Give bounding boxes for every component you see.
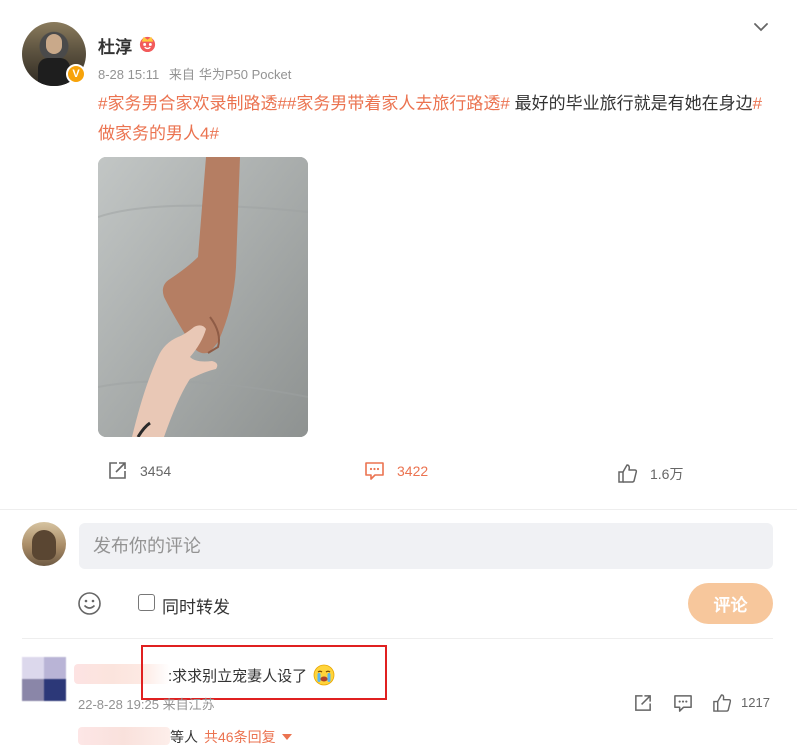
reply-summary: 等人 共46条回复 [170,727,292,747]
repost-checkbox-label[interactable]: 同时转发 [162,593,230,618]
comment-icon [365,462,384,480]
post-source-prefix: 来自 [168,67,195,82]
reply-count-link[interactable]: 共46条回复 [204,729,276,745]
repost-checkbox[interactable] [138,594,155,611]
emoji-icon[interactable] [77,591,102,616]
comment-reply-icon[interactable] [673,693,693,713]
like-count: 1.6万 [650,465,684,482]
comment-time: 22-8-28 19:25 来自江苏 [78,697,215,712]
highlight-box [141,645,387,700]
comment-count: 3422 [397,462,429,479]
post-source-device: 华为P50 Pocket [198,67,292,82]
like-button[interactable]: 1.6万 [617,463,683,484]
chevron-down-icon[interactable] [752,18,770,36]
post-meta: 8-28 15:11 来自 华为P50 Pocket [98,64,297,83]
repost-count: 3454 [140,462,172,479]
divider [0,509,797,510]
post-image[interactable] [98,157,308,437]
post-text: #家务男合家欢录制路透##家务男带着家人去旅行路透# 最好的毕业旅行就是有她在身… [98,89,778,149]
caret-down-icon[interactable] [281,734,292,740]
current-user-avatar[interactable] [22,522,66,566]
crown-icon[interactable] [138,34,157,53]
repost-icon [109,462,126,479]
post-body-text: 最好的毕业旅行就是有她在身边 [509,94,753,113]
submit-comment-button[interactable]: 评论 [688,583,773,624]
replier-name-redacted[interactable] [78,727,170,745]
divider [22,638,773,639]
comment-input[interactable] [79,523,773,569]
avatar-dog [32,530,56,560]
comment-repost-icon[interactable] [633,693,653,713]
like-icon [618,464,638,483]
author-name[interactable]: 杜淳 [98,33,132,58]
hands-photo [98,157,308,437]
comment-like-count: 1217 [741,695,770,710]
verified-icon: V [66,64,86,84]
comment-like-icon[interactable] [712,693,732,713]
avatar-head [46,34,62,54]
repost-button[interactable]: 3454 [107,460,171,481]
hashtag-link[interactable]: #家务男带着家人去旅行路透# [287,94,510,113]
reply-suffix: 等人 [170,729,198,745]
commenter-avatar[interactable] [22,657,66,701]
hashtag-link[interactable]: #家务男合家欢录制路透# [98,94,287,113]
comment-button[interactable]: 3422 [364,460,428,481]
post-time[interactable]: 8-28 15:11 [98,67,159,82]
